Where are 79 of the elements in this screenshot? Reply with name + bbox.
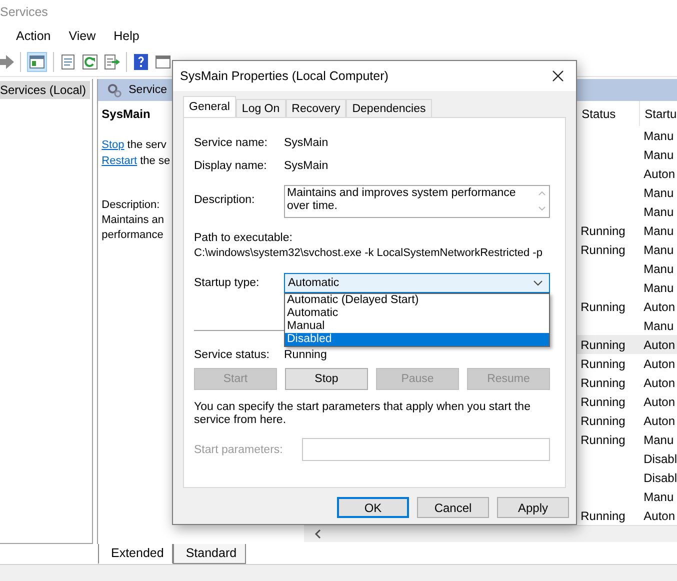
action-link[interactable]: Stop [102,137,124,153]
table-cell: Running [580,394,626,408]
pane-title: Service [128,84,167,96]
dialog-button[interactable]: Cancel [417,497,489,518]
table-cell: Auton [644,508,675,522]
tab[interactable]: General [183,96,236,117]
dropdown-option[interactable]: Automatic [285,307,549,320]
field-label: Description: [194,194,256,206]
forward-arrow-icon[interactable] [0,54,14,70]
link-text: the se [140,154,170,169]
tab[interactable]: Recovery [286,99,346,117]
pane-toggle-icon[interactable] [27,52,47,72]
tab[interactable]: Log On [236,99,286,117]
description-field[interactable]: Maintains and improves system performance over time. [284,185,550,218]
table-cell: Running [580,356,626,370]
dialog-title: SysMain Properties (Local Computer) [180,69,388,83]
table-cell: Running [580,432,626,446]
dialog-button[interactable]: Apply [497,497,569,518]
table-cell: Running [580,242,626,256]
dialog-button[interactable]: OK [337,497,409,518]
refresh-icon[interactable] [82,54,98,70]
field-label: Path to executable: [194,231,294,246]
field-value: SysMain [284,136,330,148]
menu-item[interactable]: Help [114,29,140,43]
field-label: Start parameters: [194,444,284,456]
dropdown-option[interactable]: Automatic (Delayed Start) [285,294,549,307]
service-name: SysMain [102,107,150,121]
table-cell: Running [580,414,626,428]
table-cell: Running [580,376,626,390]
field-label: Display name: [194,160,268,172]
view-tab[interactable]: Extended [98,544,173,564]
service-control-button[interactable]: Stop [285,368,368,390]
description-label: Description: [102,198,160,213]
table-cell: Auton [644,300,675,314]
menu-item[interactable]: Action [16,29,51,43]
description-text: performance [102,228,164,243]
field-label: Service name: [194,136,269,148]
table-cell: Running [580,224,626,238]
table-cell: Running [580,338,626,352]
tree-item[interactable]: Services (Local) [0,81,90,99]
field-label: Startup type: [194,277,260,289]
export-icon[interactable] [104,54,120,70]
dropdown-option[interactable]: Manual [285,320,549,333]
table-cell: Manu [644,224,674,238]
close-icon[interactable] [552,70,564,82]
dropdown-option[interactable]: Disabled [285,333,549,346]
link-text: the serv [127,138,166,153]
view-tab[interactable]: Standard [172,544,246,564]
help-icon[interactable] [133,54,149,70]
table-cell: Auton [644,338,675,352]
chevron-down-icon [533,280,543,286]
table-cell: Manu [644,490,674,504]
window-icon[interactable] [155,54,171,70]
hint-text: You can specify the start parameters that apply when you start the service from here. [194,401,532,427]
menu-item[interactable]: View [68,29,96,43]
table-cell: Auton [644,394,675,408]
table-cell: Manu [644,242,674,256]
window-title: Services [0,5,48,19]
table-cell: Disabl [644,452,677,466]
table-cell: Running [580,300,626,314]
table-cell: Auton [644,376,675,390]
field-value: SysMain [284,160,330,172]
field-value: Running [284,349,328,361]
startup-type-dropdown[interactable]: Automatic [284,273,550,293]
action-link[interactable]: Restart [102,153,138,169]
gear-icon [106,82,122,98]
table-cell: Auton [644,414,675,428]
table-cell: Running [580,508,626,522]
table-cell: Auton [644,356,675,370]
field-value: C:\windows\system32\svchost.exe -k LocalSystemNetworkRestricted -p [194,246,544,261]
table-cell: Disabl [644,470,677,484]
description-text: Maintains an [102,213,164,228]
table-cell: Manu [644,148,674,162]
tab[interactable]: Dependencies [346,99,432,117]
table-cell: Manu [644,432,674,446]
column-header[interactable]: Startu [638,101,677,126]
field-label: Service status: [194,349,270,361]
table-cell: Manu [644,262,674,276]
document-icon[interactable] [60,54,76,70]
